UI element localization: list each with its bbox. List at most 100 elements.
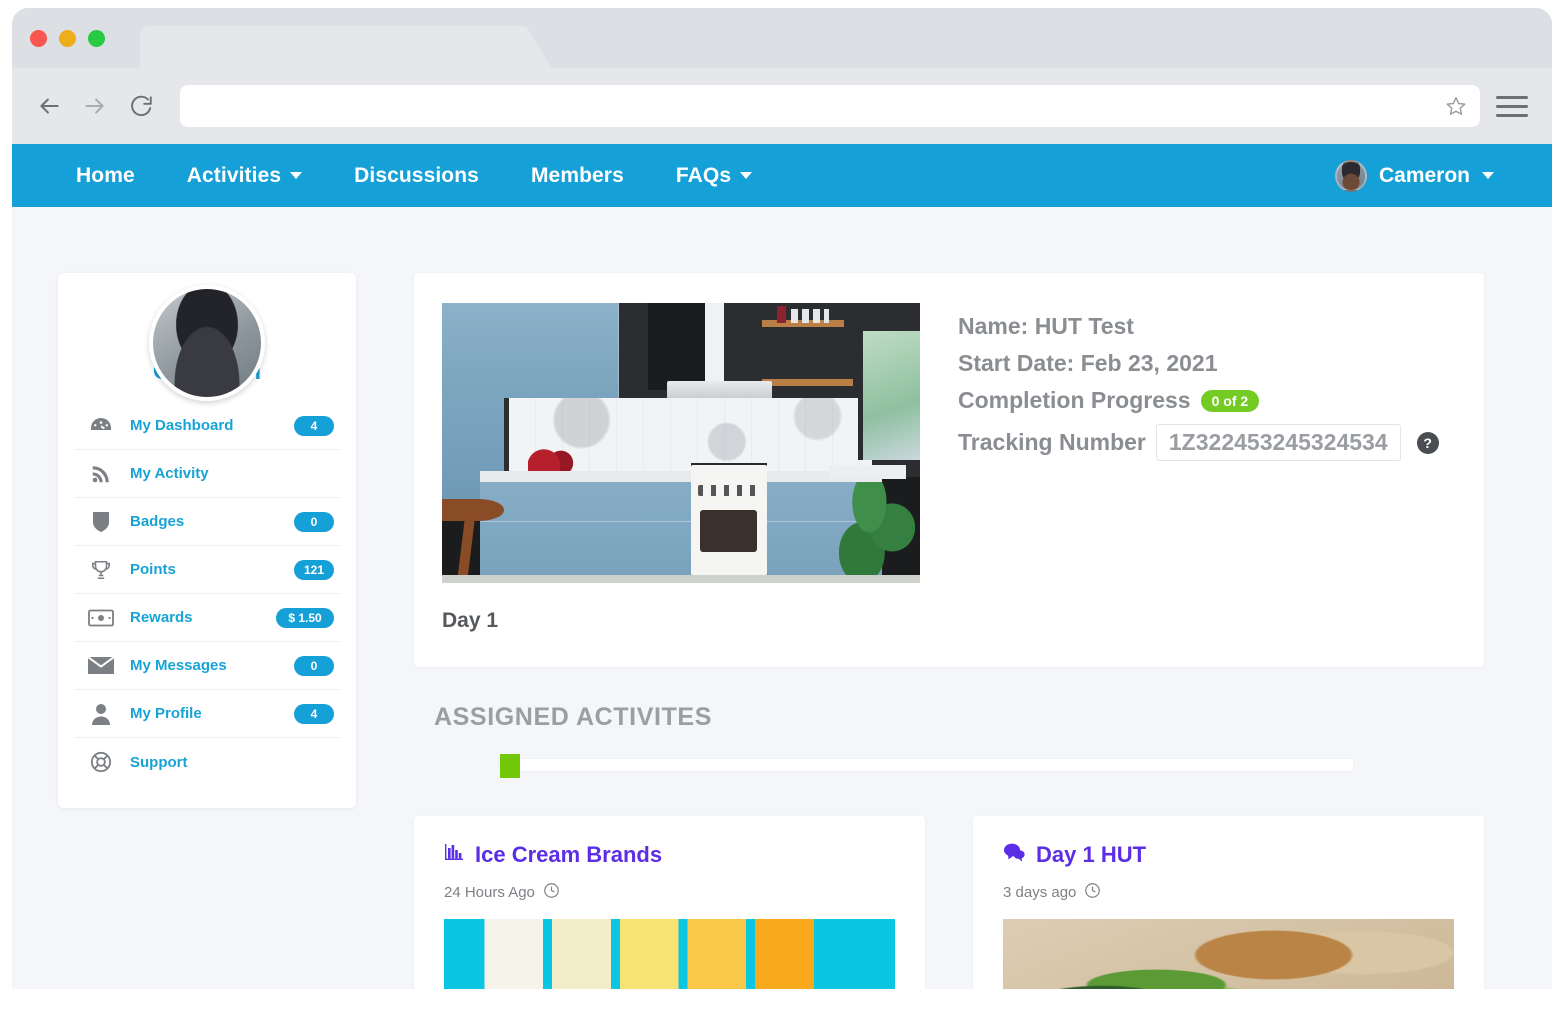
nav-item-label: Home [76, 163, 135, 187]
chevron-down-icon [1482, 172, 1494, 179]
minimize-window-button[interactable] [59, 30, 76, 47]
completion-progress-label: Completion Progress [958, 387, 1191, 413]
user-menu-label: Cameron [1378, 163, 1470, 187]
sidebar-item-label: My Messages [130, 657, 227, 674]
completion-progress-badge: 0 of 2 [1200, 389, 1260, 412]
forward-arrow-icon[interactable] [72, 83, 118, 129]
activity-card-title: Day 1 HUT [1036, 842, 1147, 867]
sidebar-item-label: Support [130, 753, 188, 771]
maximize-window-button[interactable] [88, 30, 105, 47]
tracking-number-label: Tracking Number [958, 429, 1146, 455]
tracking-number-value[interactable]: 1Z322453245324534 [1155, 424, 1401, 461]
nav-item-label: Activities [186, 163, 282, 187]
chat-bubbles-icon [1003, 842, 1025, 868]
nav-item-home[interactable]: Home [50, 164, 161, 188]
address-bar[interactable] [180, 85, 1480, 127]
assigned-progress [498, 754, 1354, 778]
sidebar-item-badge: $ 1.50 [276, 607, 334, 628]
page-body: Cameron My Dashboard 4 My Activity [12, 207, 1552, 989]
detail-completion-row: Completion Progress 0 of 2 [958, 387, 1456, 414]
nav-item-faqs[interactable]: FAQs [650, 164, 778, 188]
kitchen-photo [442, 303, 920, 583]
hamburger-menu-icon[interactable] [1492, 86, 1532, 126]
url-input[interactable] [198, 97, 1434, 115]
activity-card-ice-cream-brands[interactable]: Ice Cream Brands 24 Hours Ago [414, 816, 925, 989]
sidebar-item-my-activity[interactable]: My Activity [74, 450, 340, 498]
reload-icon[interactable] [118, 83, 164, 129]
dashboard-gauge-icon [80, 416, 122, 436]
activity-card-time: 24 Hours Ago [444, 884, 535, 901]
browser-toolbar [12, 68, 1552, 144]
activity-card-title: Ice Cream Brands [475, 842, 663, 867]
sidebar-item-badges[interactable]: Badges 0 [74, 498, 340, 546]
site-navbar: Home Activities Discussions Members FAQs… [12, 144, 1552, 207]
assigned-activities-title: ASSIGNED ACTIVITES [434, 703, 712, 731]
activity-card-day-1-hut[interactable]: Day 1 HUT 3 days ago [973, 816, 1484, 989]
sidebar-item-label: My Dashboard [130, 417, 234, 434]
sidebar-item-badge: 0 [294, 511, 334, 532]
detail-metadata: Name: HUT Test Start Date: Feb 23, 2021 … [958, 303, 1456, 583]
star-icon[interactable] [1442, 92, 1470, 120]
trophy-icon [80, 559, 122, 581]
window-controls[interactable] [30, 30, 105, 47]
detail-start-date-line: Start Date: Feb 23, 2021 [958, 350, 1218, 376]
browser-tab[interactable] [140, 26, 530, 68]
sidebar-item-rewards[interactable]: Rewards $ 1.50 [74, 594, 340, 642]
nav-item-label: Members [530, 163, 624, 187]
rss-signal-icon [80, 463, 122, 485]
popsicles-photo [444, 919, 895, 989]
main-content: Name: HUT Test Start Date: Feb 23, 2021 … [414, 213, 1484, 989]
activity-card-time-row: 24 Hours Ago [444, 882, 895, 903]
sidebar-item-badge: 4 [294, 703, 334, 724]
nav-item-discussions[interactable]: Discussions [328, 164, 505, 188]
envelope-icon [80, 656, 122, 675]
profile-avatar [149, 285, 265, 401]
sidebar-item-label: My Activity [130, 465, 209, 482]
question-mark-icon[interactable]: ? [1416, 431, 1439, 454]
primary-nav: Home Activities Discussions Members FAQs [50, 164, 778, 188]
sidebar-item-label: My Profile [130, 705, 202, 722]
nav-item-label: Discussions [354, 163, 479, 187]
activity-card-title-row: Day 1 HUT [1003, 842, 1454, 868]
sidebar-item-my-dashboard[interactable]: My Dashboard 4 [74, 402, 340, 450]
chevron-down-icon [740, 172, 753, 179]
activity-detail-card: Name: HUT Test Start Date: Feb 23, 2021 … [414, 273, 1484, 667]
money-bill-icon [80, 609, 122, 627]
close-window-button[interactable] [30, 30, 47, 47]
sidebar-item-label: Rewards [130, 609, 193, 626]
sidebar-item-my-messages[interactable]: My Messages 0 [74, 642, 340, 690]
sidebar-item-badge: 4 [294, 415, 334, 436]
bar-chart-icon [444, 842, 464, 868]
browser-titlebar [12, 8, 1552, 68]
food-ingredients-photo [1003, 919, 1454, 989]
sidebar-menu: My Dashboard 4 My Activity Badges 0 Poin… [58, 402, 356, 786]
sidebar-item-my-profile[interactable]: My Profile 4 [74, 690, 340, 738]
profile-card: Cameron My Dashboard 4 My Activity [58, 273, 356, 808]
clock-icon [543, 882, 560, 903]
activity-card-time-row: 3 days ago [1003, 882, 1454, 903]
day-label: Day 1 [442, 609, 499, 632]
avatar [1334, 159, 1367, 192]
back-arrow-icon[interactable] [26, 83, 72, 129]
person-icon [80, 703, 122, 725]
clock-icon [1084, 882, 1101, 903]
sidebar-item-label: Points [130, 561, 176, 578]
shield-icon [80, 511, 122, 533]
detail-tracking-row: Tracking Number 1Z322453245324534 ? [958, 424, 1456, 461]
activity-cards: Ice Cream Brands 24 Hours Ago Day 1 HUT … [414, 816, 1484, 989]
lifebuoy-icon [80, 751, 122, 773]
sidebar-item-badge: 0 [294, 655, 334, 676]
activity-card-title-row: Ice Cream Brands [444, 842, 895, 868]
chevron-down-icon [290, 172, 303, 179]
sidebar-item-badge: 121 [294, 559, 334, 580]
sidebar-item-points[interactable]: Points 121 [74, 546, 340, 594]
activity-card-time: 3 days ago [1003, 884, 1077, 901]
detail-name-line: Name: HUT Test [958, 313, 1134, 339]
progress-fill [500, 754, 520, 778]
browser-window: Home Activities Discussions Members FAQs… [12, 8, 1552, 1016]
sidebar-item-support[interactable]: Support [74, 738, 340, 786]
nav-item-label: FAQs [675, 163, 732, 187]
nav-item-activities[interactable]: Activities [161, 164, 328, 188]
nav-item-members[interactable]: Members [505, 164, 650, 188]
user-menu[interactable]: Cameron [1334, 159, 1534, 192]
